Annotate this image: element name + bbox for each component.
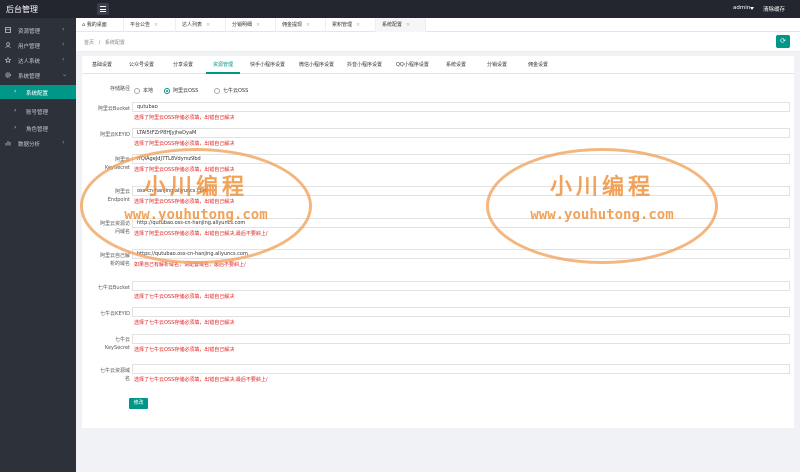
field-label: 七牛云资源域名 (99, 368, 130, 382)
config-tab-resources[interactable]: 资源管理 (213, 61, 233, 68)
chevron-left-icon: ‹ (62, 56, 65, 63)
chevron-left-icon: ‹ (62, 26, 65, 33)
field-label: 七牛云KEYID (100, 311, 130, 317)
config-tab-douyin[interactable]: 抖音小程序设置 (347, 61, 382, 68)
config-tab-wechat[interactable]: 微信小程序设置 (299, 61, 334, 68)
field-hint: 选择了阿里云OSS存储必须填，出错自己解决 (134, 141, 235, 147)
sidebar-item-resources[interactable]: 资源管理 ‹ (0, 23, 76, 37)
config-tab-distribution[interactable]: 分销设置 (487, 61, 507, 68)
field-label: 阿里云KEYID (100, 132, 130, 138)
aliyun-keyid-input[interactable]: LTAI5tFZrP8HJyjheDyaM (132, 128, 790, 138)
aliyun-bucket-input[interactable]: qutubao (132, 102, 790, 112)
config-tab-system[interactable]: 系统设置 (446, 61, 466, 68)
box-icon (5, 27, 11, 33)
breadcrumb-home[interactable]: 首页 (84, 40, 94, 46)
field-hint: 选择了七牛云OSS存储必须填，出错自己解决 (134, 347, 235, 353)
clear-cache-button[interactable]: 清除缓存 (763, 5, 785, 13)
field-hint: 选择了七牛云OSS存储必须填，出错自己解决 (134, 320, 235, 326)
field-label: 阿里云Bucket (97, 106, 130, 112)
chart-icon (5, 141, 11, 146)
radio-dot (164, 87, 170, 94)
close-icon[interactable]: × (406, 22, 410, 28)
breadcrumb-current: 系统配置 (104, 40, 125, 46)
sidebar: 资源管理 ‹ 用户管理 ‹ 达人系统 ‹ 系统管理 ⌄ › 系统配置 › 账号管… (0, 18, 76, 472)
user-icon (5, 42, 11, 48)
config-tab-basic[interactable]: 基础设置 (92, 61, 112, 68)
field-label: 七牛云Bucket (97, 285, 130, 291)
field-label: 阿里云自己解 析的域名 (99, 253, 130, 267)
tab-distribution[interactable]: 分销明细 × (226, 18, 276, 32)
storage-label: 存储路径 (109, 86, 130, 92)
close-icon[interactable]: × (154, 22, 158, 28)
qiniu-bucket-input[interactable] (132, 281, 790, 291)
active-tab-indicator (206, 72, 240, 74)
qiniu-keysecret-input[interactable] (132, 334, 790, 344)
config-tab-share[interactable]: 分享设置 (173, 61, 193, 68)
watermark-left: 小川编程 www.youhutong.com (80, 148, 312, 264)
field-label: 七牛云 KeySecret (104, 337, 130, 351)
caret-down-icon[interactable] (750, 6, 754, 10)
home-icon: ⌂ (82, 22, 86, 28)
sidebar-item-analytics[interactable]: 数据分析 ‹ (0, 136, 76, 150)
radio-qiniu-oss[interactable]: 七牛云OSS (214, 87, 248, 94)
radio-aliyun-oss[interactable]: 阿里云OSS (164, 87, 198, 94)
radio-local[interactable]: 本地 (134, 87, 153, 94)
user-menu[interactable]: admin (733, 5, 750, 11)
submit-button[interactable]: 修改 (129, 398, 148, 409)
sidebar-item-roles[interactable]: › 角色管理 (0, 121, 76, 135)
tab-talent-list[interactable]: 达人列表 × (176, 18, 226, 32)
chevron-down-icon: ⌄ (62, 71, 68, 78)
radio-dot (214, 87, 220, 94)
chevron-left-icon: ‹ (62, 139, 65, 146)
close-icon[interactable]: × (256, 22, 260, 28)
sidebar-item-system[interactable]: 系统管理 ⌄ (0, 68, 76, 82)
chevron-left-icon: ‹ (62, 41, 65, 48)
refresh-icon[interactable]: ⟳ (776, 35, 790, 48)
chevron-right-icon: › (14, 124, 17, 131)
star-icon (5, 57, 11, 63)
qiniu-domain-input[interactable] (132, 364, 790, 374)
breadcrumb: 首页 / 系统配置 ⟳ (76, 32, 800, 52)
field-hint: 选择了阿里云OSS存储必须填，出错自己解决 (134, 115, 235, 121)
config-tab-kuaishou[interactable]: 快手小程序设置 (250, 61, 285, 68)
chevron-right-icon: › (14, 88, 17, 95)
qiniu-keyid-input[interactable] (132, 307, 790, 317)
app-title: 后台管理 (6, 5, 38, 14)
tab-announcements[interactable]: 平台公告 × (124, 18, 176, 32)
watermark-right: 小川编程 www.youhutong.com (486, 148, 718, 264)
tab-system-config[interactable]: 系统配置 × (376, 18, 426, 32)
config-tab-qq[interactable]: QQ小程序设置 (396, 61, 429, 68)
sidebar-item-talent[interactable]: 达人系统 ‹ (0, 53, 76, 67)
close-icon[interactable]: × (356, 22, 360, 28)
config-tab-official-account[interactable]: 公众号设置 (129, 61, 154, 68)
tab-desktop[interactable]: ⌂ 我的桌面 (80, 18, 124, 32)
sidebar-item-accounts[interactable]: › 账号管理 (0, 104, 76, 118)
close-icon[interactable]: × (206, 22, 210, 28)
tab-withdrawal[interactable]: 佣金提现 × (276, 18, 326, 32)
config-tab-commission[interactable]: 佣金设置 (528, 61, 548, 68)
menu-toggle-icon[interactable] (97, 3, 109, 15)
sidebar-item-users[interactable]: 用户管理 ‹ (0, 38, 76, 52)
sidebar-item-system-config[interactable]: › 系统配置 (0, 85, 76, 99)
chevron-right-icon: › (14, 107, 17, 114)
radio-dot (134, 87, 140, 94)
config-tab-bar: 基础设置 公众号设置 分享设置 资源管理 快手小程序设置 微信小程序设置 抖音小… (82, 56, 794, 74)
field-hint: 选择了七牛云OSS存储必须填，出错自己解决,最后不要斜上/ (134, 377, 268, 383)
gear-icon (5, 72, 11, 78)
top-bar: 后台管理 admin 清除缓存 (0, 0, 800, 18)
field-hint: 选择了七牛云OSS存储必须填，出错自己解决 (134, 294, 235, 300)
tab-accumulate[interactable]: 累积管理 × (326, 18, 376, 32)
page-tab-strip: ⌂ 我的桌面 平台公告 × 达人列表 × 分销明细 × 佣金提现 × 累积管理 × 系统配… (76, 18, 800, 32)
close-icon[interactable]: × (306, 22, 310, 28)
